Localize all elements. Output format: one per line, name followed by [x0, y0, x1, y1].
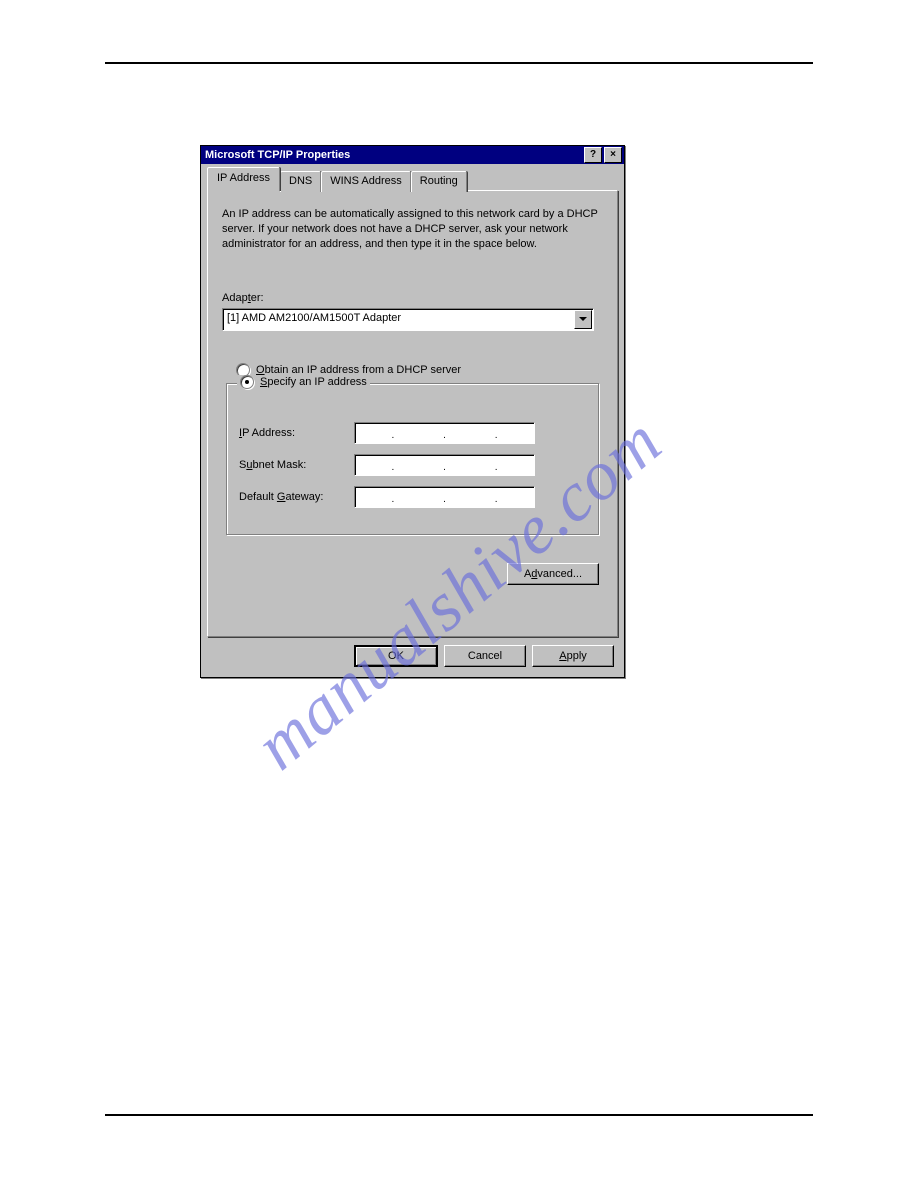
- field-row-gateway: Default Gateway: ...: [239, 486, 586, 508]
- dialog-button-row: OK Cancel Apply: [207, 637, 618, 671]
- radio-specify-label: Specify an IP address: [260, 376, 367, 388]
- dropdown-arrow-icon[interactable]: [574, 310, 592, 329]
- advanced-row: Advanced...: [222, 563, 603, 585]
- dialog-body: IP Address DNS WINS Address Routing An I…: [201, 164, 624, 677]
- help-button[interactable]: ?: [584, 147, 602, 163]
- adapter-value: [1] AMD AM2100/AM1500T Adapter: [223, 309, 573, 330]
- advanced-button[interactable]: Advanced...: [507, 563, 599, 585]
- subnet-mask-label: Subnet Mask:: [239, 459, 354, 471]
- radio-specify-indicator: [240, 375, 254, 389]
- specify-ip-groupbox: Specify an IP address IP Address: ... Su…: [226, 383, 599, 535]
- tabpane-ip-address: An IP address can be automatically assig…: [207, 190, 618, 637]
- default-gateway-input[interactable]: ...: [354, 486, 535, 508]
- tcpip-properties-dialog: Microsoft TCP/IP Properties ? × IP Addre…: [200, 145, 625, 678]
- titlebar: Microsoft TCP/IP Properties ? ×: [201, 146, 624, 164]
- cancel-button[interactable]: Cancel: [444, 645, 526, 667]
- apply-button[interactable]: Apply: [532, 645, 614, 667]
- titlebar-title: Microsoft TCP/IP Properties: [205, 149, 582, 161]
- intro-text: An IP address can be automatically assig…: [222, 207, 603, 252]
- tab-dns[interactable]: DNS: [280, 171, 321, 192]
- ok-button[interactable]: OK: [354, 645, 438, 667]
- tabbar: IP Address DNS WINS Address Routing: [207, 170, 618, 191]
- subnet-mask-input[interactable]: ...: [354, 454, 535, 476]
- adapter-dropdown[interactable]: [1] AMD AM2100/AM1500T Adapter: [222, 308, 594, 331]
- ip-address-input[interactable]: ...: [354, 422, 535, 444]
- page-top-rule: [105, 62, 813, 64]
- close-button[interactable]: ×: [604, 147, 622, 163]
- default-gateway-label: Default Gateway:: [239, 491, 354, 503]
- field-row-ip: IP Address: ...: [239, 422, 586, 444]
- radio-specify[interactable]: Specify an IP address: [237, 375, 370, 389]
- tab-ip-address[interactable]: IP Address: [207, 167, 280, 191]
- tab-routing[interactable]: Routing: [411, 171, 467, 192]
- adapter-label: Adapter:: [222, 292, 603, 304]
- field-row-subnet: Subnet Mask: ...: [239, 454, 586, 476]
- ip-address-label: IP Address:: [239, 427, 354, 439]
- tab-wins-address[interactable]: WINS Address: [321, 171, 411, 192]
- adapter-section: Adapter: [1] AMD AM2100/AM1500T Adapter: [222, 292, 603, 331]
- page-bottom-rule: [105, 1114, 813, 1116]
